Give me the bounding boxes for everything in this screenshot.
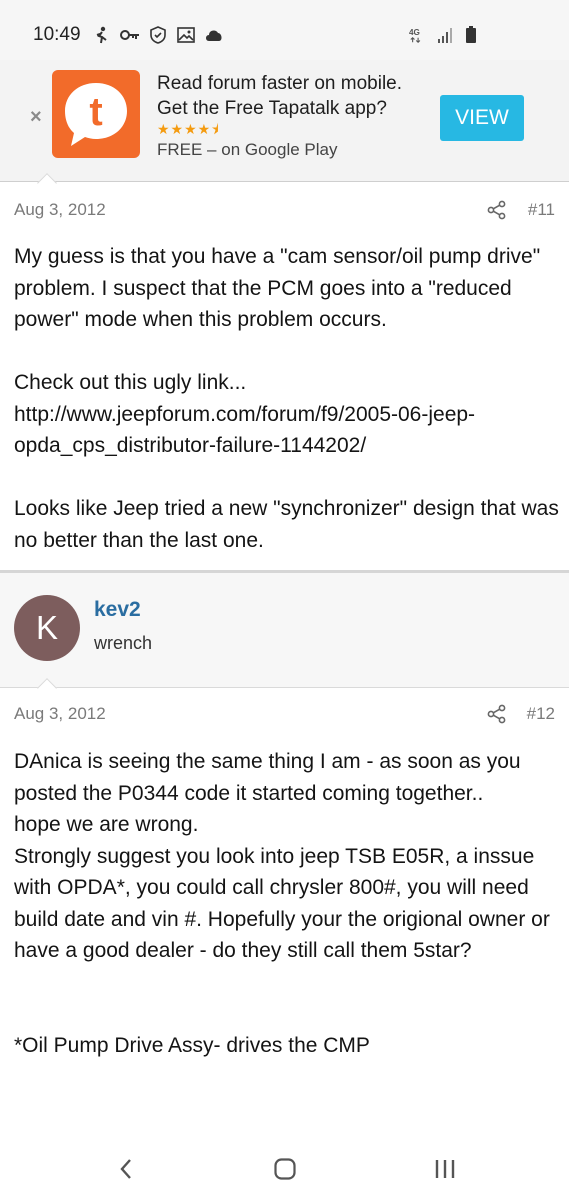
4g-signal-icon: 4G [409, 26, 429, 44]
shield-check-icon [148, 26, 168, 44]
author-title: wrench [94, 633, 153, 653]
post-number[interactable]: #11 [528, 200, 555, 220]
svg-text:4G: 4G [409, 28, 420, 37]
image-icon [176, 26, 196, 44]
post-body: My guess is that you have a "cam sensor/… [14, 245, 559, 552]
system-icons: 4G [409, 26, 481, 44]
tapatalk-logo-icon[interactable]: t [52, 70, 140, 158]
post-meta: Aug 3, 2012 #12 [0, 704, 569, 734]
post-date: Aug 3, 2012 [14, 704, 106, 723]
post-body: DAnica is seeing the same thing I am - a… [14, 750, 550, 1057]
key-icon [120, 26, 140, 44]
logo-letter: t [89, 90, 102, 134]
post-meta: Aug 3, 2012 #11 [0, 200, 569, 230]
banner-subheadline: Get the Free Tapatalk app? [157, 98, 387, 119]
status-bar: 10:49 4G [0, 0, 569, 60]
author-block [0, 573, 569, 687]
status-time: 10:49 [33, 24, 81, 45]
recents-button[interactable] [425, 1154, 465, 1184]
author-divider [0, 687, 569, 688]
author-name[interactable]: kev2 [94, 598, 141, 622]
store-label: FREE – on Google Play [157, 140, 338, 159]
avatar[interactable]: K [14, 595, 80, 661]
home-button[interactable] [265, 1154, 305, 1184]
banner-headline: Read forum faster on mobile. [157, 73, 403, 94]
banner-text: Read forum faster on mobile. Get the Fre… [157, 71, 427, 162]
post-number[interactable]: #12 [527, 704, 555, 724]
notification-icons [92, 26, 224, 44]
close-banner-icon[interactable]: × [30, 106, 42, 129]
rating-stars: ★★★★⯨ [157, 121, 220, 137]
navigation-bar [0, 1134, 569, 1200]
share-icon[interactable] [487, 200, 507, 220]
share-icon[interactable] [487, 704, 507, 724]
view-app-button[interactable]: VIEW [440, 95, 524, 141]
post-date: Aug 3, 2012 [14, 200, 106, 219]
signal-bars-icon [435, 26, 455, 44]
battery-icon [461, 26, 481, 44]
runner-icon [92, 26, 112, 44]
cloud-icon [204, 26, 224, 44]
back-button[interactable] [106, 1154, 146, 1184]
